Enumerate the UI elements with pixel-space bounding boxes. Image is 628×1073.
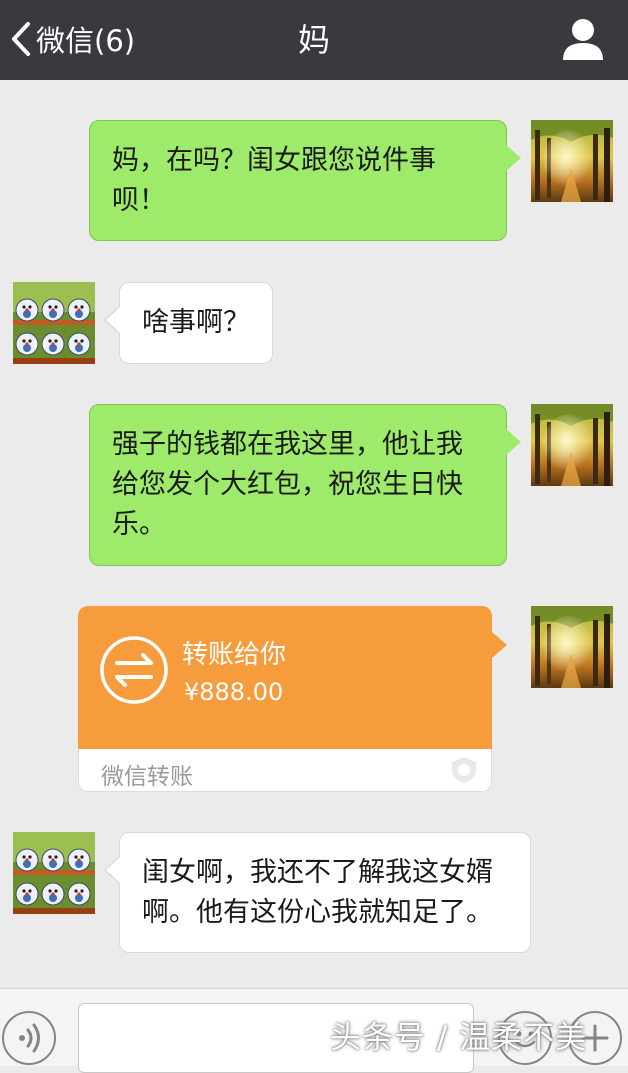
wechat-pay-shield-icon bbox=[452, 757, 476, 783]
message-text: 闺女啊，我还不了解我这女婿 啊。他有这份心我就知足了。 bbox=[142, 857, 493, 928]
plus-button[interactable] bbox=[568, 1011, 622, 1065]
chat-header: 微信(6) 妈 bbox=[0, 0, 628, 80]
person-icon bbox=[563, 19, 603, 60]
message-text: 强子的钱都在我这里，他让我 给您发个大红包，祝您生日快 乐。 bbox=[112, 429, 463, 540]
transfer-amount: ¥888.00 bbox=[184, 678, 284, 706]
voice-icon bbox=[19, 1023, 40, 1053]
avatar-me[interactable] bbox=[531, 606, 613, 688]
avatar-mom[interactable] bbox=[13, 282, 95, 364]
message-bubble-received[interactable]: 啥事啊？ bbox=[104, 282, 273, 364]
message-bubble-received[interactable]: 闺女啊，我还不了解我这女婿 啊。他有这份心我就知足了。 bbox=[104, 832, 531, 953]
message-text: 啥事啊？ bbox=[142, 307, 250, 338]
avatar-me[interactable] bbox=[531, 404, 613, 486]
transfer-label: 微信转账 bbox=[101, 764, 193, 790]
message-input[interactable] bbox=[78, 1003, 474, 1073]
emoji-icon bbox=[514, 1031, 536, 1048]
transfer-card-footer: 微信转账 bbox=[78, 749, 492, 792]
emoji-button[interactable] bbox=[498, 1011, 552, 1065]
message-bubble-sent[interactable]: 强子的钱都在我这里，他让我 给您发个大红包，祝您生日快 乐。 bbox=[89, 404, 521, 566]
plus-icon bbox=[581, 1024, 609, 1052]
profile-button[interactable] bbox=[560, 16, 606, 62]
voice-button[interactable] bbox=[2, 1011, 56, 1065]
transfer-arrows-icon bbox=[100, 636, 168, 704]
back-button[interactable]: 微信(6) bbox=[10, 14, 135, 64]
transfer-card-top: 转账给你 ¥888.00 bbox=[78, 606, 492, 749]
transfer-card[interactable]: 转账给你 ¥888.00 微信转账 bbox=[78, 606, 507, 792]
back-label: 微信(6) bbox=[36, 24, 136, 58]
avatar-me[interactable] bbox=[531, 120, 613, 202]
avatar-mom[interactable] bbox=[13, 832, 95, 914]
message-bubble-sent[interactable]: 妈，在吗？闺女跟您说件事 呗！ bbox=[89, 120, 521, 241]
message-text: 妈，在吗？闺女跟您说件事 呗！ bbox=[112, 145, 436, 216]
chevron-left-icon bbox=[12, 22, 30, 56]
transfer-title: 转账给你 bbox=[182, 640, 287, 670]
chat-input-bar bbox=[0, 988, 628, 1073]
